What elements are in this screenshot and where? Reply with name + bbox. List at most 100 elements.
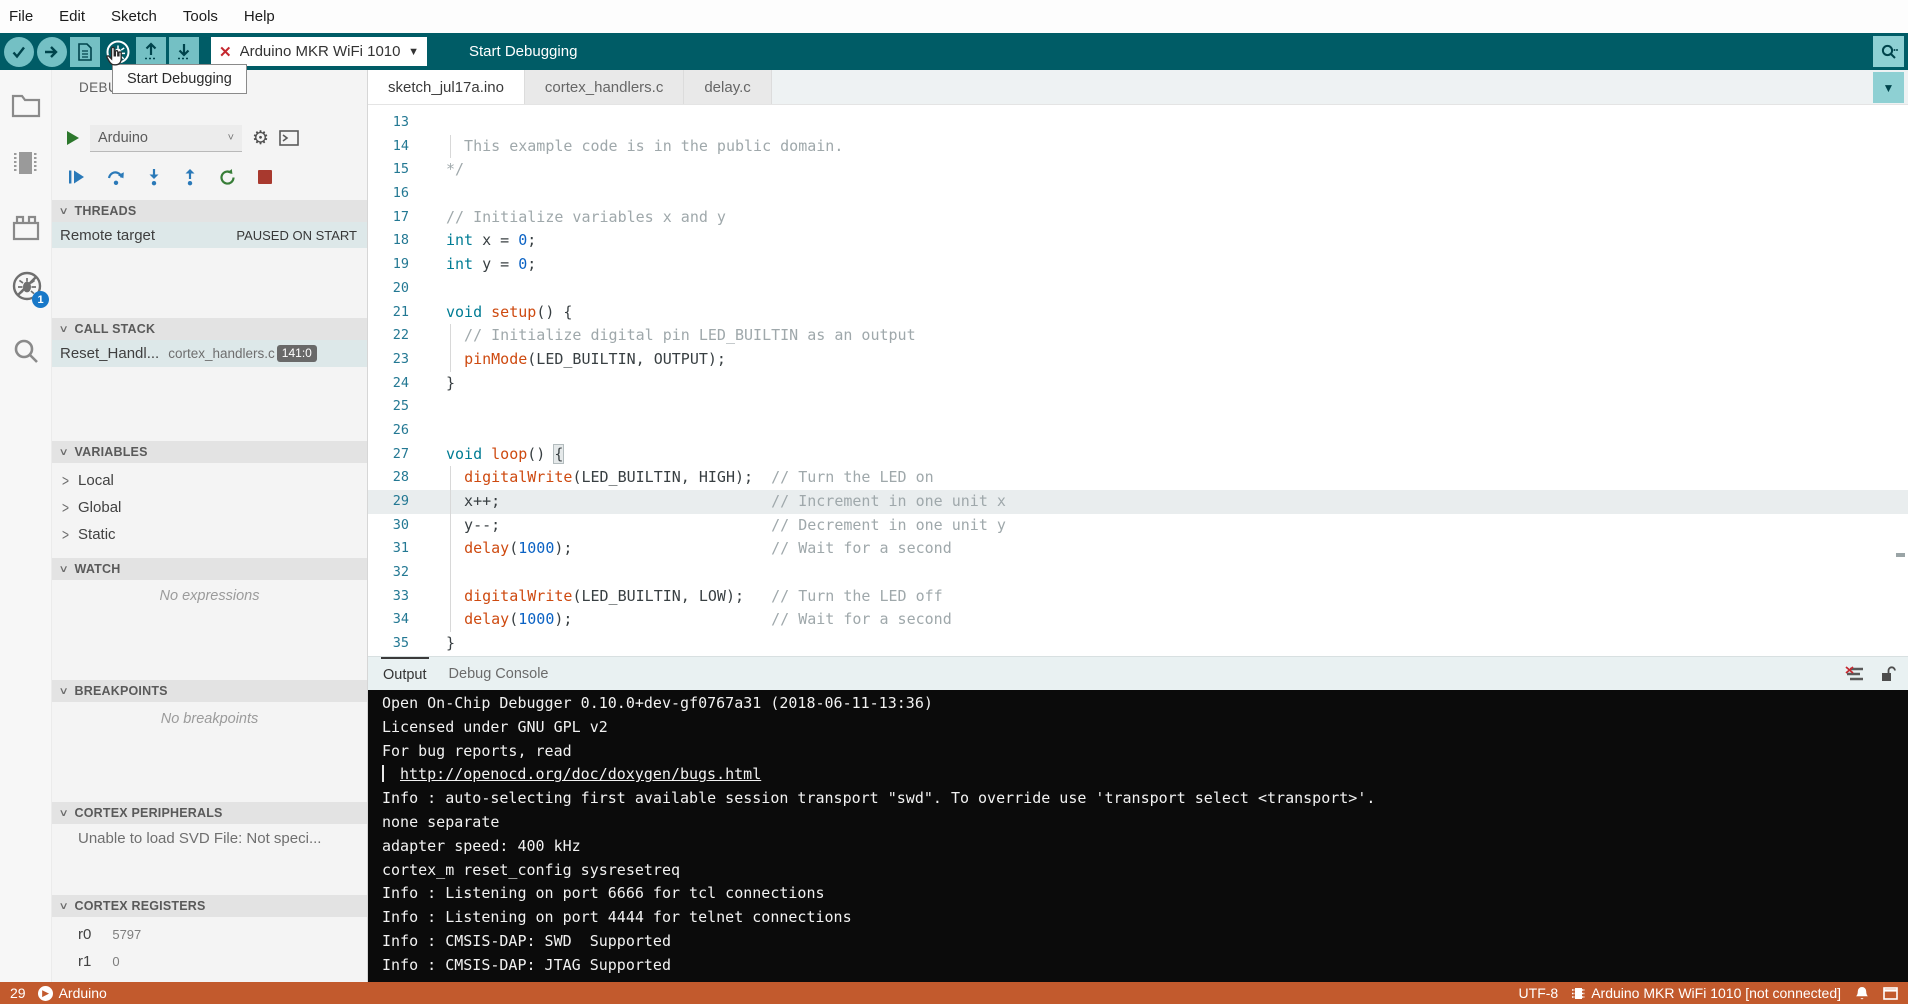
variables-section-header[interactable]: ∨ VARIABLES	[52, 441, 367, 463]
line-number[interactable]: 32	[368, 561, 430, 585]
variables-local-row[interactable]: > Local	[52, 467, 367, 494]
line-number[interactable]: 25	[368, 395, 430, 419]
code-line[interactable]: 25	[368, 395, 1908, 419]
code-line[interactable]: 23 pinMode(LED_BUILTIN, OUTPUT);	[368, 348, 1908, 372]
menu-sketch[interactable]: Sketch	[111, 8, 157, 25]
code-line[interactable]: 30 y--; // Decrement in one unit y	[368, 514, 1908, 538]
line-number[interactable]: 21	[368, 301, 430, 325]
board-selector[interactable]: ✕ Arduino MKR WiFi 1010 ▼	[211, 37, 427, 66]
upload-programmer-button[interactable]	[136, 37, 166, 67]
cortex-registers-section-header[interactable]: ∨ CORTEX REGISTERS	[52, 895, 367, 917]
code-line[interactable]: 17// Initialize variables x and y	[368, 206, 1908, 230]
code-line[interactable]: 31 delay(1000); // Wait for a second	[368, 537, 1908, 561]
feedback-window-icon[interactable]	[1883, 987, 1898, 1000]
tab-cortex-handlers[interactable]: cortex_handlers.c	[525, 70, 684, 104]
debug-console-toggle-icon[interactable]	[279, 130, 299, 146]
debug-config-dropdown[interactable]: Arduino ˅	[90, 125, 242, 152]
line-number[interactable]: 13	[368, 111, 430, 135]
code-line[interactable]: 14 This example code is in the public do…	[368, 135, 1908, 159]
code-line[interactable]: 13	[368, 111, 1908, 135]
menu-help[interactable]: Help	[244, 8, 275, 25]
code-line[interactable]: 35}	[368, 632, 1908, 656]
code-line-current[interactable]: 29 x++; // Increment in one unit x	[368, 490, 1908, 514]
upload-button[interactable]	[37, 37, 67, 67]
code-line[interactable]: 33 digitalWrite(LED_BUILTIN, LOW); // Tu…	[368, 585, 1908, 609]
scroll-lock-button[interactable]	[1880, 665, 1896, 682]
code-line[interactable]: 16	[368, 182, 1908, 206]
libraries-icon[interactable]	[11, 213, 41, 241]
step-over-button[interactable]	[107, 169, 125, 186]
tab-sketch-ino[interactable]: sketch_jul17a.ino	[368, 70, 525, 104]
code-line[interactable]: 28 digitalWrite(LED_BUILTIN, HIGH); // T…	[368, 466, 1908, 490]
menu-file[interactable]: File	[9, 8, 33, 25]
line-number[interactable]: 26	[368, 419, 430, 443]
board-status[interactable]: Arduino MKR WiFi 1010 [not connected]	[1572, 985, 1841, 1001]
notifications-bell[interactable]	[1855, 986, 1869, 1001]
line-number[interactable]: 23	[368, 348, 430, 372]
restart-button[interactable]	[219, 169, 236, 186]
line-number[interactable]: 19	[368, 253, 430, 277]
line-number[interactable]: 33	[368, 585, 430, 609]
register-row-r1[interactable]: r1 0	[52, 948, 367, 975]
watch-section-header[interactable]: ∨ WATCH	[52, 558, 367, 580]
search-button[interactable]	[1873, 36, 1904, 67]
code-editor[interactable]: 1314 This example code is in the public …	[368, 105, 1908, 656]
line-number[interactable]: 29	[368, 490, 430, 514]
download-button[interactable]	[169, 37, 199, 67]
new-sketch-button[interactable]	[70, 37, 100, 67]
code-line[interactable]: 15*/	[368, 158, 1908, 182]
debug-console-tab[interactable]: Debug Console	[447, 657, 551, 690]
code-line[interactable]: 21void setup() {	[368, 301, 1908, 325]
line-number[interactable]: 15	[368, 158, 430, 182]
line-number[interactable]: 35	[368, 632, 430, 656]
line-number[interactable]: 14	[368, 135, 430, 159]
line-number[interactable]: 24	[368, 372, 430, 396]
arduino-daemon-status[interactable]: ▶ Arduino	[38, 985, 107, 1001]
variables-global-row[interactable]: > Global	[52, 494, 367, 521]
debug-settings-gear-icon[interactable]: ⚙	[252, 129, 269, 148]
continue-button[interactable]	[68, 169, 85, 185]
line-number[interactable]: 27	[368, 443, 430, 467]
line-number[interactable]: 22	[368, 324, 430, 348]
cortex-peripherals-section-header[interactable]: ∨ CORTEX PERIPHERALS	[52, 802, 367, 824]
editor-tabs-dropdown-button[interactable]: ▼	[1873, 72, 1904, 103]
search-sidebar-icon[interactable]	[11, 336, 41, 366]
code-line[interactable]: 24}	[368, 372, 1908, 396]
register-row-r0[interactable]: r0 5797	[52, 921, 367, 948]
output-tab[interactable]: Output	[381, 657, 429, 690]
code-line[interactable]: 22 // Initialize digital pin LED_BUILTIN…	[368, 324, 1908, 348]
line-number[interactable]: 34	[368, 608, 430, 632]
line-number[interactable]: 30	[368, 514, 430, 538]
threads-section-header[interactable]: ∨ THREADS	[52, 200, 367, 222]
code-line[interactable]: 18int x = 0;	[368, 229, 1908, 253]
menu-edit[interactable]: Edit	[59, 8, 85, 25]
encoding-indicator[interactable]: UTF-8	[1519, 985, 1559, 1001]
step-out-button[interactable]	[183, 169, 197, 186]
debug-disabled-icon[interactable]: 1	[11, 270, 43, 302]
line-number[interactable]: 18	[368, 229, 430, 253]
line-number[interactable]: 17	[368, 206, 430, 230]
code-line[interactable]: 27void loop() {	[368, 443, 1908, 467]
breakpoints-section-header[interactable]: ∨ BREAKPOINTS	[52, 680, 367, 702]
line-number[interactable]: 31	[368, 537, 430, 561]
debug-start-play-icon[interactable]	[66, 130, 80, 146]
line-number[interactable]: 20	[368, 277, 430, 301]
code-line[interactable]: 26	[368, 419, 1908, 443]
variables-static-row[interactable]: > Static	[52, 521, 367, 548]
line-number[interactable]: 28	[368, 466, 430, 490]
tab-delay-c[interactable]: delay.c	[684, 70, 771, 104]
clear-output-button[interactable]	[1844, 666, 1864, 682]
sketchbook-icon[interactable]	[11, 92, 41, 118]
code-line[interactable]: 32	[368, 561, 1908, 585]
stop-button[interactable]	[258, 170, 272, 184]
code-line[interactable]: 19int y = 0;	[368, 253, 1908, 277]
line-number[interactable]: 16	[368, 182, 430, 206]
code-line[interactable]: 20	[368, 277, 1908, 301]
console-link[interactable]: http://openocd.org/doc/doxygen/bugs.html	[400, 765, 761, 783]
boards-chip-icon[interactable]	[11, 148, 41, 178]
code-line[interactable]: 34 delay(1000); // Wait for a second	[368, 608, 1908, 632]
call-stack-frame-row[interactable]: Reset_Handl... cortex_handlers.c 141:0	[52, 340, 367, 367]
verify-button[interactable]	[4, 37, 34, 67]
thread-row[interactable]: Remote target PAUSED ON START	[52, 222, 367, 248]
call-stack-section-header[interactable]: ∨ CALL STACK	[52, 318, 367, 340]
